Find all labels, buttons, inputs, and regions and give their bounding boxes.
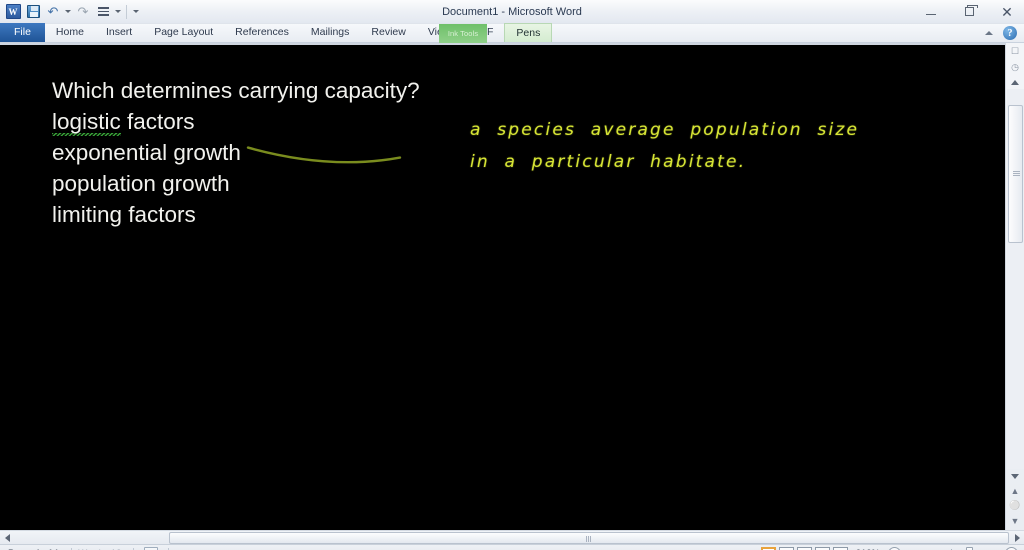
tab-home[interactable]: Home [45,23,95,42]
word-application-window: W ↶ ↷ Document1 - Microsoft Word ✕ Ink T… [0,0,1024,550]
undo-dropdown-button[interactable] [64,3,72,21]
document-line-2-rest: factors [120,109,195,134]
triangle-right-icon [1014,533,1020,542]
tab-file[interactable]: File [0,23,45,42]
browse-object-controls: ▲ ⚪ ▼ [1007,469,1024,530]
tab-pens[interactable]: Pens [504,23,553,42]
scroll-up-button[interactable] [1007,75,1024,89]
restore-icon [964,5,978,16]
undo-icon: ↶ [47,4,59,19]
misspelled-word-logistic: logistic [52,109,121,136]
ribbon-tab-strip: Ink Tools File Home Insert Page Layout R… [0,23,1024,43]
tab-page-layout[interactable]: Page Layout [143,23,224,42]
close-icon: ✕ [1001,3,1013,20]
list-lines-icon [97,7,109,16]
horizontal-scroll-track[interactable] [14,531,1010,545]
horizontal-scroll-thumb[interactable] [169,531,1009,544]
title-bar: W ↶ ↷ Document1 - Microsoft Word ✕ [0,0,1024,24]
document-line-1-text: Which determines carrying capacity? [52,78,420,103]
tab-insert[interactable]: Insert [95,23,143,42]
scroll-down-button[interactable] [1007,469,1024,483]
quick-print-button[interactable] [94,3,112,21]
triangle-left-icon [4,533,10,542]
help-button[interactable]: ? [1003,26,1017,40]
document-line-4: population growth [52,171,230,196]
save-button[interactable] [24,3,42,21]
document-text-block[interactable]: Which determines carrying capacity? logi… [52,75,420,230]
next-page-button[interactable]: ▼ [1007,513,1024,528]
tab-mailings[interactable]: Mailings [300,23,361,42]
quick-print-dropdown-button[interactable] [114,3,122,21]
document-area: Which determines carrying capacity? logi… [0,43,1024,530]
document-line-1: Which determines carrying capacity? [52,75,420,106]
ribbon-right-controls: ? [982,24,1024,42]
word-logo-icon: W [5,4,21,19]
ink-annotation-line-2: in a particular habitate. [470,152,747,172]
restore-button[interactable] [958,2,980,22]
customize-quick-access-button[interactable] [131,3,141,21]
vertical-scrollbar[interactable]: ☐ ◷ ▲ ⚪ ▼ [1005,43,1024,530]
status-bar: Page: 1 of 1 Words: 12 212% − + [0,544,1024,550]
scroll-right-button[interactable] [1010,531,1024,545]
split-window-icon[interactable]: ◷ [1007,59,1024,75]
redo-icon: ↷ [77,4,89,19]
toolbar-divider [126,4,127,19]
select-browse-object-button[interactable]: ⚪ [1007,498,1024,513]
tab-references[interactable]: References [224,23,300,42]
save-icon [26,5,40,18]
document-line-5: limiting factors [52,202,196,227]
page-thumbnail-icon[interactable]: ☐ [1007,43,1024,59]
chevron-down-icon [65,10,71,13]
horizontal-scrollbar[interactable] [0,530,1024,544]
window-controls: ✕ [920,0,1024,23]
document-line-3: exponential growth [52,140,241,165]
triangle-up-icon [1011,79,1019,85]
triangle-down-icon [1011,473,1019,479]
minimize-icon [926,13,936,15]
minimize-button[interactable] [920,2,942,22]
close-button[interactable]: ✕ [996,2,1018,22]
redo-button[interactable]: ↷ [74,3,92,21]
tab-review[interactable]: Review [360,23,416,42]
ink-annotation-line-1: a species average population size [470,120,860,140]
word-app-menu-button[interactable]: W [4,3,22,21]
window-title: Document1 - Microsoft Word [442,6,582,18]
previous-page-button[interactable]: ▲ [1007,483,1024,498]
scroll-left-button[interactable] [0,531,14,545]
ink-tools-contextual-group-label: Ink Tools [439,24,487,43]
chevron-up-icon [985,31,993,35]
chevron-down-icon [115,10,121,13]
undo-button[interactable]: ↶ [44,3,62,21]
document-canvas[interactable]: Which determines carrying capacity? logi… [0,43,1005,530]
chevron-down-icon [133,10,139,13]
vertical-scroll-track[interactable] [1006,89,1024,469]
vertical-scroll-thumb[interactable] [1007,105,1023,243]
quick-access-toolbar: W ↶ ↷ [0,0,141,23]
document-line-2: logistic factors [52,106,420,137]
minimize-ribbon-button[interactable] [982,26,996,40]
